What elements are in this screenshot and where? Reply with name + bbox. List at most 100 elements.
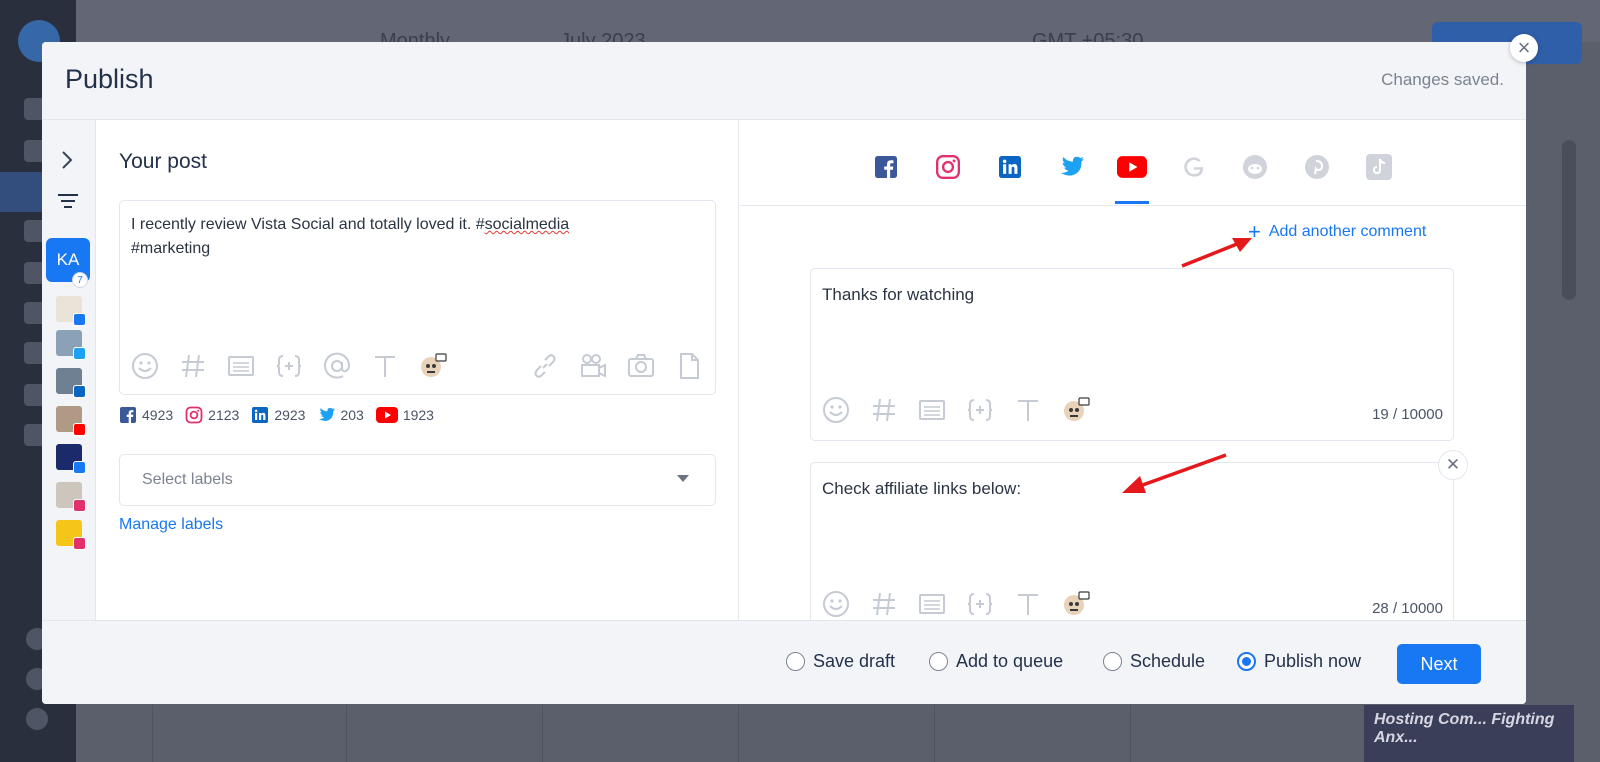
saved-captions-icon[interactable]: [227, 352, 255, 380]
account-avatar-instagram-2[interactable]: [56, 520, 86, 550]
post-thumbnail-background: Hosting Com... Fighting Anx...: [1364, 705, 1574, 762]
video-icon[interactable]: [579, 352, 607, 380]
profile-icon: [26, 708, 48, 730]
account-avatar-linkedin[interactable]: [56, 368, 86, 398]
hashtag-icon[interactable]: [179, 352, 207, 380]
tab-tiktok[interactable]: [1364, 152, 1394, 182]
tab-google[interactable]: [1179, 152, 1209, 182]
variables-icon[interactable]: [275, 352, 303, 380]
modal-title: Publish: [65, 64, 154, 94]
modal-header: Publish Changes saved.: [42, 42, 1526, 120]
account-avatar-youtube[interactable]: [56, 406, 86, 436]
comment-text[interactable]: Check affiliate links below:: [822, 479, 1021, 499]
filter-icon[interactable]: [58, 194, 78, 212]
publish-now-option[interactable]: Publish now: [1237, 651, 1361, 672]
mention-icon[interactable]: [323, 352, 351, 380]
comment-text[interactable]: Thanks for watching: [822, 285, 974, 305]
schedule-option[interactable]: Schedule: [1103, 651, 1205, 672]
next-button[interactable]: Next: [1397, 644, 1481, 684]
emoji-icon[interactable]: [131, 352, 159, 380]
network-tabs: [740, 120, 1526, 206]
tab-instagram[interactable]: [933, 152, 963, 182]
publish-modal: Publish Changes saved. KA 7 Your post I …: [42, 42, 1526, 704]
linkedin-count: 2923: [251, 406, 305, 424]
tab-reddit[interactable]: [1240, 152, 1270, 182]
manage-labels-link[interactable]: Manage labels: [119, 516, 223, 534]
text-format-icon[interactable]: [1014, 396, 1042, 424]
tab-linkedin[interactable]: [995, 152, 1025, 182]
ai-assistant-icon[interactable]: [419, 352, 447, 380]
instagram-icon: [936, 155, 960, 179]
twitter-count: 203: [317, 406, 364, 424]
linkedin-icon: [251, 406, 269, 424]
post-text-editor[interactable]: I recently review Vista Social and total…: [119, 200, 716, 395]
variables-icon[interactable]: [966, 396, 994, 424]
ai-assistant-icon[interactable]: [1062, 590, 1090, 618]
account-avatar-facebook-2[interactable]: [56, 444, 86, 474]
tab-pinterest[interactable]: [1302, 152, 1332, 182]
media-toolbar: [531, 352, 703, 380]
network-preview-column: + Add another comment Thanks for watchin…: [740, 120, 1526, 642]
emoji-icon[interactable]: [822, 590, 850, 618]
comment-toolbar: [822, 590, 1090, 618]
remove-comment-button[interactable]: ✕: [1438, 450, 1468, 480]
google-icon: [1184, 157, 1204, 177]
youtube-icon: [73, 423, 86, 436]
comment-char-count: 19 / 10000: [1372, 406, 1443, 423]
text-format-icon[interactable]: [1014, 590, 1042, 618]
saved-captions-icon[interactable]: [918, 396, 946, 424]
ai-assistant-icon[interactable]: [1062, 396, 1090, 424]
post-editor-column: Your post I recently review Vista Social…: [96, 120, 739, 620]
facebook-icon: [73, 461, 86, 474]
publish-now-label: Publish now: [1264, 651, 1362, 671]
background-scrollbar: [1562, 140, 1576, 300]
tab-facebook[interactable]: [871, 152, 901, 182]
app-topbar-background: Monthly July 2023 GMT +05:30: [76, 0, 1600, 52]
add-another-comment-button[interactable]: + Add another comment: [1248, 219, 1427, 244]
plus-icon: +: [1248, 219, 1261, 244]
account-avatar-twitter[interactable]: [56, 330, 86, 360]
add-to-queue-option[interactable]: Add to queue: [929, 651, 1063, 672]
radio-add-to-queue[interactable]: [929, 652, 948, 671]
tiktok-icon: [1366, 154, 1392, 180]
saved-captions-icon[interactable]: [918, 590, 946, 618]
account-avatar-facebook[interactable]: [56, 296, 86, 326]
twitter-icon: [73, 347, 86, 360]
radio-save-draft[interactable]: [786, 652, 805, 671]
hashtag-icon[interactable]: [870, 396, 898, 424]
chevron-down-icon: [677, 475, 689, 482]
youtube-count: 1923: [375, 406, 434, 424]
labels-placeholder: Select labels: [142, 471, 233, 488]
comment-box-2[interactable]: Check affiliate links below: 28 / 10000: [810, 462, 1454, 642]
hashtag-icon[interactable]: [870, 590, 898, 618]
document-icon[interactable]: [675, 352, 703, 380]
radio-publish-now[interactable]: [1237, 652, 1256, 671]
emoji-icon[interactable]: [822, 396, 850, 424]
tab-youtube[interactable]: [1115, 152, 1149, 204]
twitter-icon: [1060, 156, 1084, 176]
facebook-count: 4923: [119, 406, 173, 424]
link-icon[interactable]: [531, 352, 559, 380]
close-modal-button[interactable]: ×: [1510, 34, 1538, 62]
instagram-icon: [73, 537, 86, 550]
tab-twitter[interactable]: [1056, 152, 1086, 182]
your-post-title: Your post: [119, 150, 207, 173]
post-text[interactable]: I recently review Vista Social and total…: [131, 213, 701, 261]
comment-box-1[interactable]: Thanks for watching 19 / 10000: [810, 268, 1454, 441]
modal-footer: Save draft Add to queue Schedule Publish…: [42, 620, 1526, 704]
chevron-right-icon[interactable]: [60, 150, 74, 176]
text-format-icon[interactable]: [371, 352, 399, 380]
save-draft-option[interactable]: Save draft: [786, 651, 895, 672]
radio-schedule[interactable]: [1103, 652, 1122, 671]
facebook-icon: [119, 406, 137, 424]
variables-icon[interactable]: [966, 590, 994, 618]
camera-icon[interactable]: [627, 352, 655, 380]
reddit-icon: [1243, 155, 1267, 179]
account-rail: KA 7: [42, 120, 96, 620]
save-status: Changes saved.: [1381, 70, 1504, 89]
account-avatar-instagram[interactable]: [56, 482, 86, 512]
labels-select[interactable]: Select labels: [119, 454, 716, 506]
close-icon: ✕: [1445, 455, 1461, 474]
youtube-icon: [375, 406, 398, 424]
add-comment-label: Add another comment: [1268, 223, 1427, 240]
